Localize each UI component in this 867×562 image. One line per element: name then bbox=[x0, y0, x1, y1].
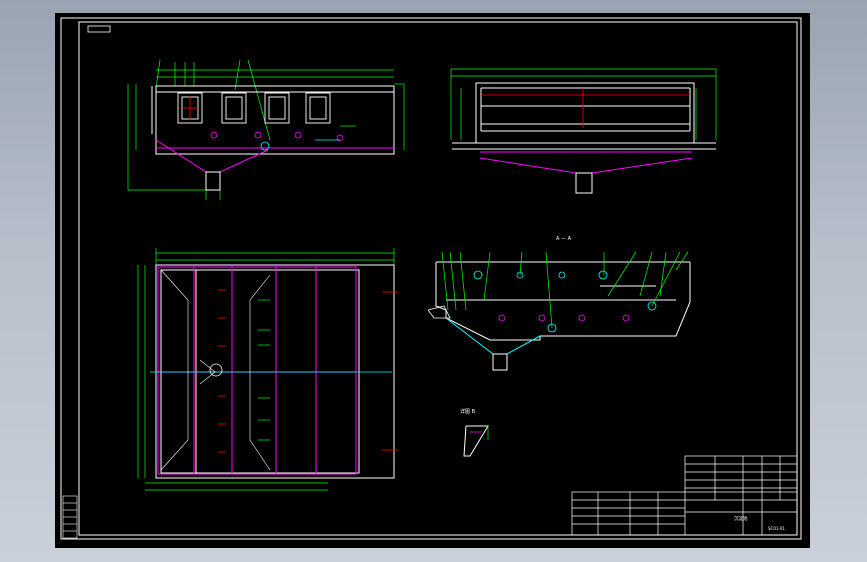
side-hopper bbox=[479, 151, 693, 174]
section-hopper bbox=[445, 317, 541, 355]
front-hopper bbox=[155, 139, 394, 173]
section-aa-view: A — A bbox=[427, 236, 691, 371]
front-inlet-circle bbox=[260, 141, 270, 151]
drawing-number: SC01-01 bbox=[768, 526, 785, 531]
side-weir-line bbox=[481, 88, 690, 128]
side-outlet-pipe bbox=[575, 172, 593, 194]
section-outlet-pipe bbox=[492, 353, 508, 371]
front-baffle-windows bbox=[177, 92, 331, 124]
detail-b-view: 详图 B bbox=[460, 408, 489, 457]
side-elevation-view bbox=[450, 68, 717, 194]
front-elevation-view bbox=[127, 59, 405, 200]
plan-view bbox=[137, 248, 398, 491]
front-view-dimensions bbox=[127, 59, 405, 200]
sheet-label-box bbox=[87, 25, 111, 33]
section-label: A — A bbox=[556, 236, 572, 242]
front-tank-outline bbox=[151, 85, 395, 155]
title-text: 沉淀池 bbox=[734, 515, 748, 522]
plan-red-ticks bbox=[218, 289, 398, 453]
plan-diagonals bbox=[160, 269, 271, 471]
section-leaders bbox=[441, 251, 689, 329]
front-outlet-pipe bbox=[205, 171, 221, 191]
plan-green-ticks bbox=[258, 299, 270, 441]
plan-drain-circle bbox=[209, 363, 223, 377]
side-tank-outline bbox=[452, 82, 716, 150]
sheet-inner-frame bbox=[78, 21, 798, 536]
section-nozzles bbox=[473, 270, 657, 333]
side-view-dimensions bbox=[450, 68, 717, 140]
binding-strip bbox=[62, 495, 78, 539]
cad-drawing: A — A 详图 B 沉淀池 SC01-01 bbox=[60, 17, 802, 540]
title-block bbox=[571, 455, 798, 536]
detail-label: 详图 B bbox=[460, 408, 476, 415]
